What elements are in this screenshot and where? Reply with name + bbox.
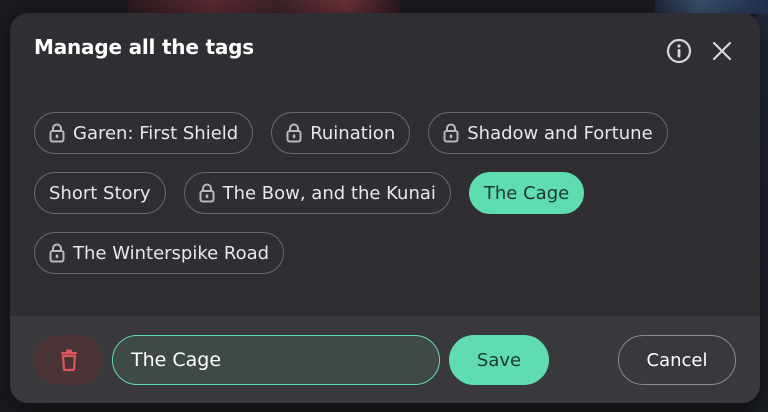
tag-name-input[interactable] [112,335,440,385]
tag-label: The Bow, and the Kunai [222,182,436,204]
tag-chip[interactable]: The Bow, and the Kunai [183,172,451,214]
tag-row: Short Story The Bow, and the Kunai The Cag… [34,172,734,214]
close-icon [712,41,732,61]
tag-editor-bar: Save Cancel [10,316,760,403]
delete-tag-button[interactable] [34,335,103,385]
background-image [655,0,768,14]
lock-icon [49,243,65,263]
tag-label: Ruination [310,122,396,144]
tag-label: Garen: First Shield [73,122,239,144]
tag-chip[interactable]: Short Story [34,172,166,214]
dialog-title: Manage all the tags [34,35,254,59]
lock-icon [286,123,302,143]
tag-label: Shadow and Fortune [467,122,653,144]
info-icon [666,38,692,64]
lock-icon [49,123,65,143]
tag-label: The Winterspike Road [73,242,270,264]
tag-list: Garen: First Shield Ruination Shadow and F… [34,112,734,292]
tag-chip[interactable]: Garen: First Shield [34,112,254,154]
tag-label: The Cage [483,182,570,204]
tag-chip[interactable]: Ruination [271,112,411,154]
tag-chip[interactable]: Shadow and Fortune [428,112,668,154]
lock-icon [443,123,459,143]
save-button[interactable]: Save [449,335,549,385]
tag-chip[interactable]: The Cage [468,172,585,214]
background-image [128,0,400,14]
trash-icon [60,349,77,371]
close-button[interactable] [707,36,737,66]
manage-tags-dialog: Manage all the tags Garen: First Shield R… [10,13,760,403]
tag-chip[interactable]: The Winterspike Road [34,232,285,274]
lock-icon [199,183,215,203]
cancel-button[interactable]: Cancel [618,335,736,385]
tag-row: The Winterspike Road [34,232,734,274]
info-button[interactable] [664,36,694,66]
tag-label: Short Story [49,182,151,204]
tag-row: Garen: First Shield Ruination Shadow and F… [34,112,734,154]
